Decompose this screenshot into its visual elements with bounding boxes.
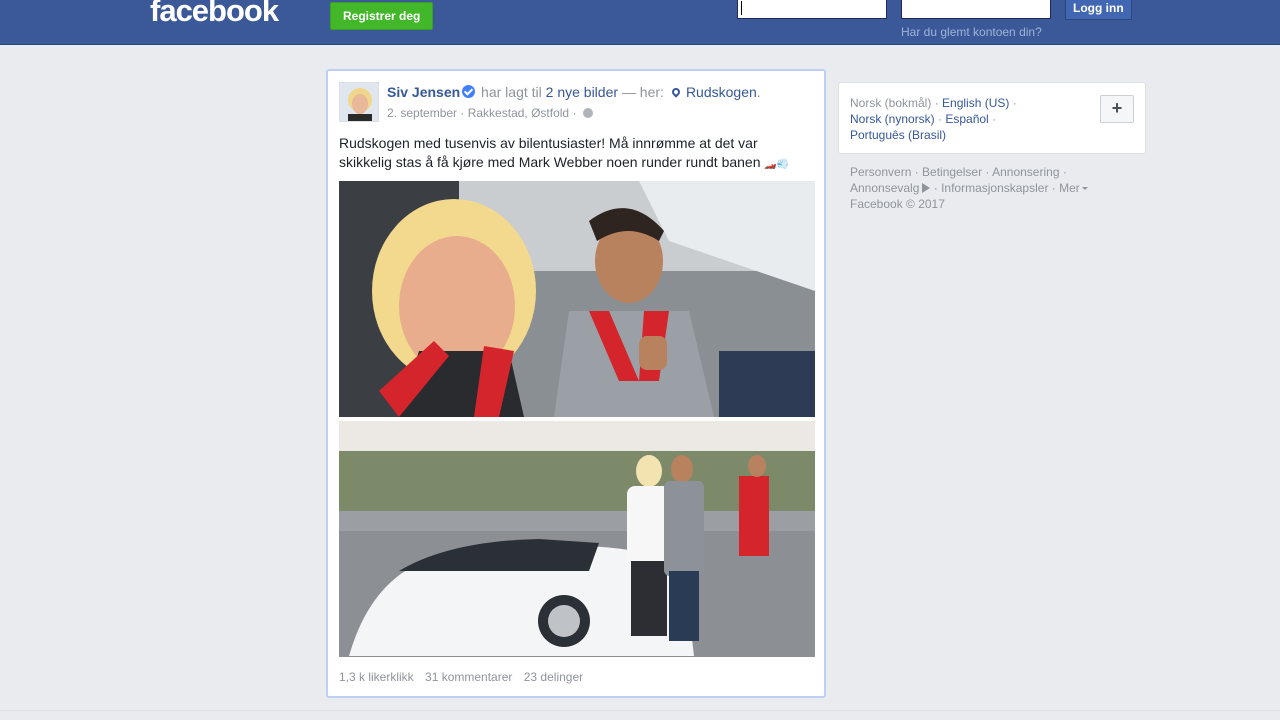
verified-icon	[462, 85, 476, 98]
chevron-down-icon	[1081, 187, 1088, 190]
forgot-account-link[interactable]: Har du glemt kontoen din?	[901, 25, 1042, 39]
footer-advertising[interactable]: Annonsering	[992, 165, 1059, 179]
location-link[interactable]: Rudskogen	[686, 84, 757, 100]
location-prefix: — her:	[621, 84, 664, 100]
language-nynorsk[interactable]: Norsk (nynorsk)	[850, 112, 935, 126]
email-field[interactable]	[737, 0, 887, 19]
footer-cookies[interactable]: Informasjonskapsler	[941, 181, 1048, 195]
text-caret	[741, 1, 742, 15]
language-row-2: Norsk (nynorsk) · Español ·	[850, 112, 997, 126]
post-photo-1[interactable]	[339, 181, 815, 417]
language-row-1: Norsk (bokmål) · English (US) ·	[850, 96, 1017, 110]
post-date[interactable]: 2. september	[387, 106, 457, 120]
post-action-text: har lagt til	[481, 84, 542, 100]
likes-count[interactable]: 1,3 k likerklikk	[339, 670, 414, 684]
password-field[interactable]	[901, 0, 1051, 19]
language-spanish[interactable]: Español	[945, 112, 988, 126]
language-row-3: Português (Brasil)	[850, 128, 946, 142]
location-pin-icon	[670, 86, 682, 98]
comments-count[interactable]: 31 kommentarer	[425, 670, 512, 684]
footer-copyright: Facebook © 2017	[850, 197, 945, 211]
login-button[interactable]: Logg inn	[1065, 0, 1132, 20]
more-languages-button[interactable]: +	[1100, 95, 1134, 123]
footer-adchoices[interactable]: Annonsevalg	[850, 181, 919, 195]
language-selector: Norsk (bokmål) · English (US) · Norsk (n…	[838, 82, 1146, 154]
post-body: Rudskogen med tusenvis av bilentusiaster…	[339, 135, 761, 170]
period: .	[756, 84, 761, 100]
post-place[interactable]: Rakkestad, Østfold	[468, 106, 569, 120]
top-bar: facebook Registrer deg Logg inn Har du g…	[0, 0, 1280, 45]
footer-more[interactable]: Mer	[1059, 181, 1080, 195]
author-name[interactable]: Siv Jensen	[387, 84, 460, 100]
post-card: Siv Jensen har lagt til 2 nye bilder — h…	[326, 69, 826, 698]
race-car-icon: 🏎️💨	[764, 159, 790, 170]
post-stats: 1,3 k likerklikk 31 kommentarer 23 delin…	[339, 670, 591, 684]
footer-links: Personvern · Betingelser · Annonsering ·…	[850, 164, 1150, 212]
photos-link[interactable]: 2 nye bilder	[546, 84, 618, 100]
footer-terms[interactable]: Betingelser	[922, 165, 982, 179]
post-text: Rudskogen med tusenvis av bilentusiaster…	[339, 134, 809, 174]
avatar[interactable]	[339, 82, 379, 122]
post-photo-2[interactable]	[339, 421, 815, 657]
language-portuguese[interactable]: Português (Brasil)	[850, 128, 946, 142]
language-english[interactable]: English (US)	[942, 96, 1009, 110]
bottom-bar	[0, 710, 1280, 720]
shares-count[interactable]: 23 delinger	[524, 670, 583, 684]
footer-privacy[interactable]: Personvern	[850, 165, 911, 179]
globe-icon[interactable]	[582, 108, 593, 118]
post-header: Siv Jensen har lagt til 2 nye bilder — h…	[387, 84, 761, 100]
adchoices-icon	[922, 183, 931, 193]
language-current: Norsk (bokmål)	[850, 96, 932, 110]
register-button[interactable]: Registrer deg	[330, 2, 434, 30]
facebook-logo[interactable]: facebook	[150, 0, 279, 30]
post-meta: 2. september · Rakkestad, Østfold ·	[387, 106, 593, 120]
